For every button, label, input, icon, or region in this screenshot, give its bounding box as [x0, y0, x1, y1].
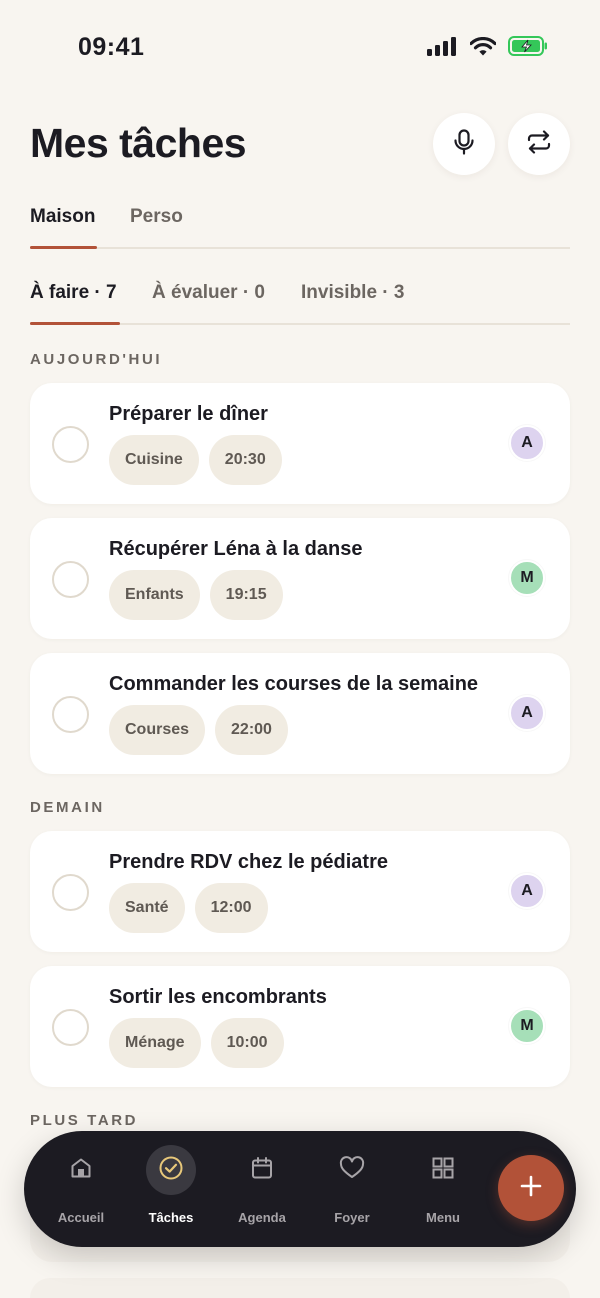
space-tabs: Maison Perso: [30, 203, 570, 249]
wifi-icon: [470, 36, 496, 56]
task-tags: Ménage 10:00: [109, 1018, 284, 1068]
task-title: Prendre RDV chez le pédiatre: [109, 851, 388, 873]
nav-label: Accueil: [57, 1210, 105, 1225]
section-label-today: AUJOURD'HUI: [30, 351, 163, 368]
time-chip: 22:00: [215, 705, 288, 755]
task-card[interactable]: Sortir les encombrants Ménage 10:00 M: [30, 966, 570, 1087]
status-bar: 09:41: [0, 0, 600, 96]
task-tags: Enfants 19:15: [109, 570, 283, 620]
switch-button[interactable]: [508, 113, 570, 175]
section-label-later: PLUS TARD: [30, 1112, 139, 1129]
category-chip: Enfants: [109, 570, 200, 620]
category-chip: Courses: [109, 705, 206, 755]
task-title: Récupérer Léna à la danse: [109, 538, 363, 560]
grid-icon: [431, 1156, 455, 1185]
home-icon: [69, 1156, 93, 1185]
calendar-icon: [250, 1156, 274, 1185]
task-card[interactable]: [30, 1278, 570, 1298]
category-chip: Cuisine: [109, 435, 199, 485]
assignee-avatar[interactable]: M: [509, 560, 545, 596]
bottom-nav: Accueil Tâches Agenda Foyer Menu: [24, 1131, 576, 1247]
task-title: Préparer le dîner: [109, 403, 268, 425]
voice-input-button[interactable]: [433, 113, 495, 175]
status-time: 09:41: [78, 33, 145, 61]
signal-icon: [427, 36, 458, 56]
add-task-button[interactable]: [498, 1155, 564, 1221]
page-title: Mes tâches: [30, 120, 247, 166]
task-checkbox[interactable]: [52, 696, 89, 733]
task-title: Commander les courses de la semaine: [109, 673, 479, 695]
battery-icon: [508, 36, 548, 56]
assignee-avatar[interactable]: A: [509, 695, 545, 731]
plus-icon: [519, 1174, 543, 1203]
nav-item-accueil[interactable]: Accueil: [41, 1145, 121, 1231]
task-checkbox[interactable]: [52, 426, 89, 463]
nav-label: Menu: [426, 1210, 460, 1225]
task-card[interactable]: Prendre RDV chez le pédiatre Santé 12:00…: [30, 831, 570, 952]
task-tags: Cuisine 20:30: [109, 435, 282, 485]
assignee-avatar[interactable]: M: [509, 1008, 545, 1044]
task-checkbox[interactable]: [52, 1009, 89, 1046]
time-chip: 10:00: [210, 1018, 284, 1068]
task-title: Sortir les encombrants: [109, 986, 327, 1008]
task-checkbox[interactable]: [52, 561, 89, 598]
nav-label: Agenda: [238, 1210, 286, 1225]
repeat-icon: [526, 129, 552, 159]
time-chip: 12:00: [194, 883, 268, 933]
task-checkbox[interactable]: [52, 874, 89, 911]
nav-label: Foyer: [334, 1210, 370, 1225]
task-card[interactable]: Récupérer Léna à la danse Enfants 19:15 …: [30, 518, 570, 639]
tab-a-faire[interactable]: À faire · 7: [30, 282, 117, 304]
time-chip: 19:15: [209, 570, 283, 620]
check-circle-icon: [158, 1155, 184, 1186]
nav-item-taches[interactable]: Tâches: [131, 1145, 211, 1231]
category-chip: Ménage: [109, 1018, 201, 1068]
status-icons: [427, 36, 548, 56]
time-chip: 20:30: [208, 435, 282, 485]
nav-item-menu[interactable]: Menu: [403, 1145, 483, 1231]
category-chip: Santé: [109, 883, 185, 933]
assignee-avatar[interactable]: A: [509, 873, 545, 909]
tab-invisible[interactable]: Invisible · 3: [301, 282, 404, 304]
active-tab-indicator: [30, 322, 120, 325]
microphone-icon: [453, 128, 475, 160]
nav-item-agenda[interactable]: Agenda: [222, 1145, 302, 1231]
tab-maison[interactable]: Maison: [30, 206, 95, 228]
nav-item-foyer[interactable]: Foyer: [312, 1145, 392, 1231]
section-label-tomorrow: DEMAIN: [30, 799, 105, 816]
tab-perso[interactable]: Perso: [130, 206, 183, 228]
task-tags: Courses 22:00: [109, 705, 288, 755]
nav-label: Tâches: [148, 1210, 194, 1225]
task-card[interactable]: Préparer le dîner Cuisine 20:30 A: [30, 383, 570, 504]
active-tab-indicator: [30, 246, 97, 249]
task-tags: Santé 12:00: [109, 883, 268, 933]
status-tabs: À faire · 7 À évaluer · 0 Invisible · 3: [30, 279, 570, 325]
task-card[interactable]: Commander les courses de la semaine Cour…: [30, 653, 570, 774]
heart-icon: [339, 1155, 365, 1185]
assignee-avatar[interactable]: A: [509, 425, 545, 461]
tab-a-evaluer[interactable]: À évaluer · 0: [152, 282, 265, 304]
